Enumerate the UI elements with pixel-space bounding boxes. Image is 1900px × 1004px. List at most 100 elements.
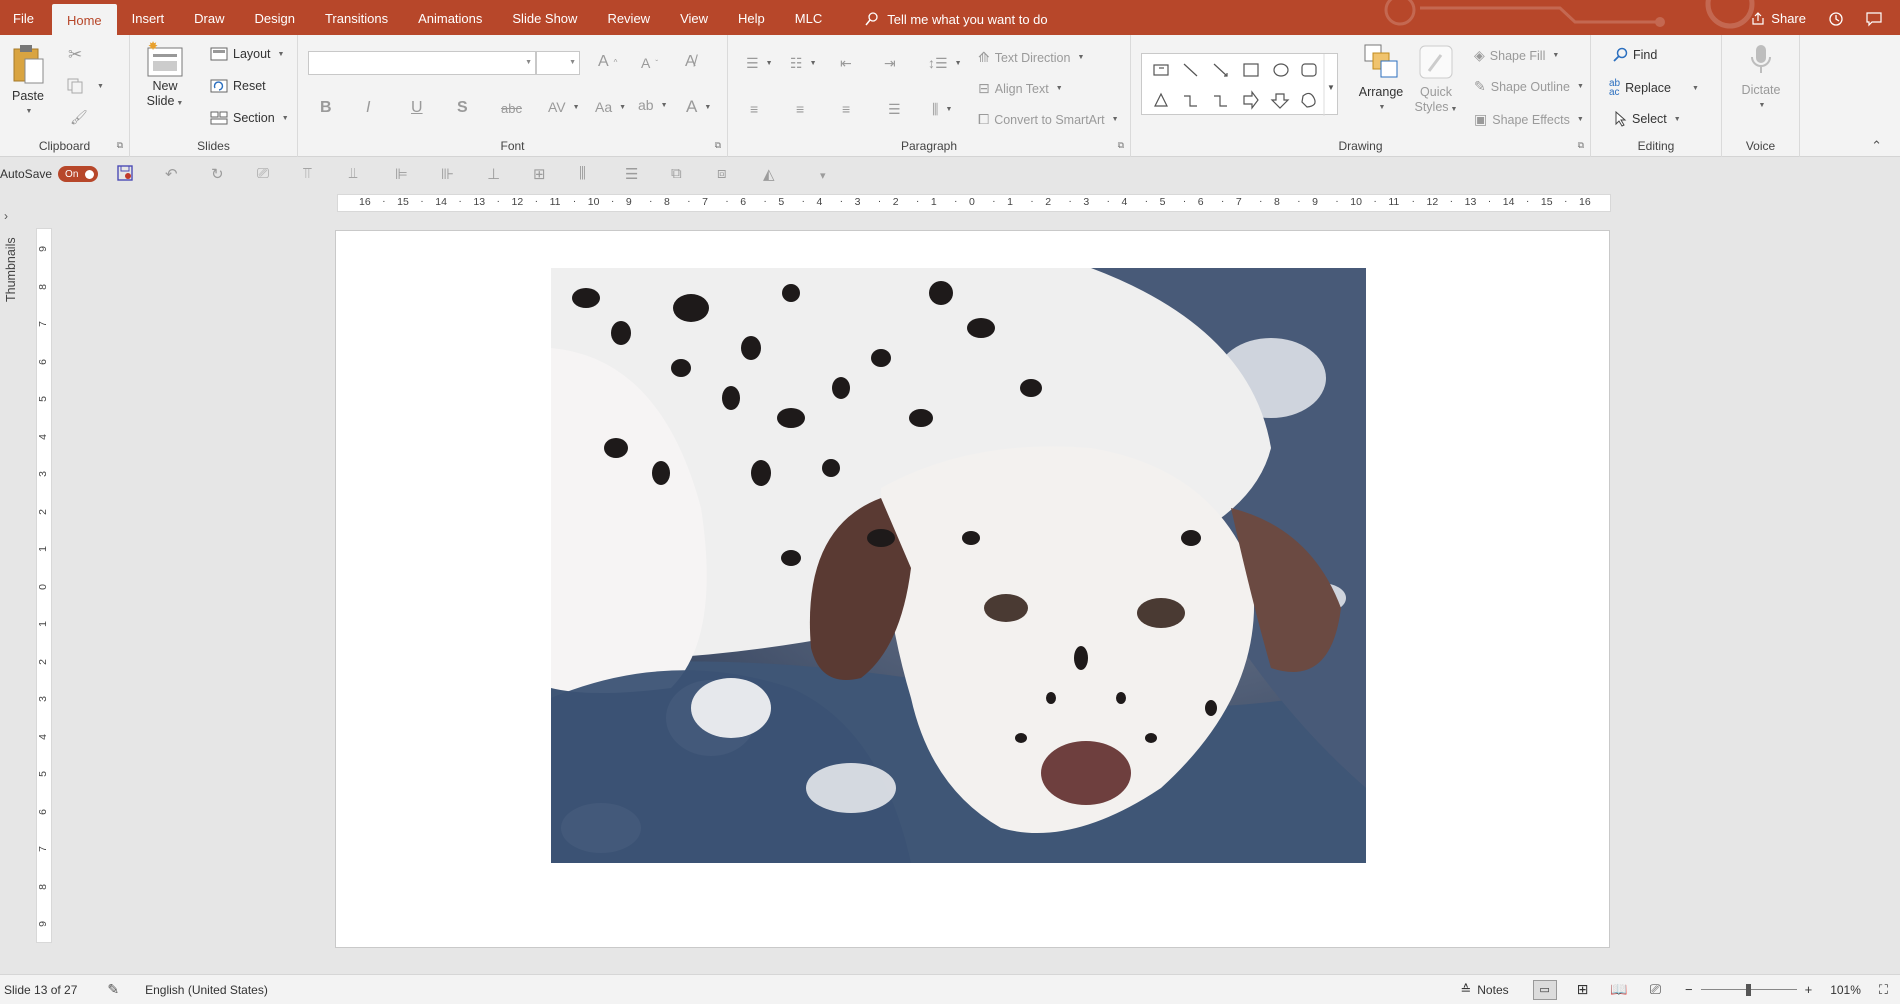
font-size-combo[interactable]: ▼ bbox=[536, 51, 580, 75]
tab-draw[interactable]: Draw bbox=[179, 0, 239, 35]
align-text-button[interactable]: ⊟ Align Text ▼ bbox=[978, 80, 1063, 97]
zoom-slider-thumb[interactable] bbox=[1745, 983, 1751, 996]
format-painter-button[interactable]: 🖌 bbox=[70, 109, 88, 126]
horizontal-ruler[interactable]: 16 15 14 13 12 11 10 9 8 7 6 5 4 3 2 1 0 1 2 3 4 5 6 7 8 9 10 11 12 1… bbox=[337, 194, 1611, 212]
align-right-button[interactable]: ≡ bbox=[842, 101, 850, 117]
tab-home[interactable]: Home bbox=[51, 4, 117, 35]
fit-to-window-icon[interactable]: ⛶ bbox=[1879, 982, 1888, 998]
character-spacing-button[interactable]: AV ▼ bbox=[548, 99, 580, 115]
thumbnails-pane[interactable]: › Thumbnails bbox=[0, 205, 20, 965]
justify-button[interactable]: ☰ bbox=[888, 101, 901, 118]
paste-button[interactable]: Paste ▼ bbox=[8, 43, 48, 119]
history-icon[interactable] bbox=[1828, 11, 1844, 27]
align-center-button[interactable]: ≡ bbox=[796, 101, 804, 117]
italic-button[interactable]: I bbox=[366, 99, 370, 117]
tab-mlc[interactable]: MLC bbox=[780, 0, 837, 35]
normal-view-icon[interactable]: ▭ bbox=[1532, 979, 1557, 1000]
new-slide-button[interactable]: ✸ New Slide ▼ bbox=[144, 41, 186, 111]
reading-view-icon[interactable]: 📖 bbox=[1610, 981, 1627, 998]
quick-styles-button[interactable]: Quick Styles ▼ bbox=[1411, 43, 1461, 117]
dialog-launcher-icon[interactable]: ⧉ bbox=[1118, 140, 1124, 151]
align-right-icon[interactable]: ⊪ bbox=[441, 165, 454, 183]
dialog-launcher-icon[interactable]: ⧉ bbox=[715, 140, 721, 151]
shapes-gallery[interactable]: ▼ bbox=[1141, 53, 1338, 116]
tab-review[interactable]: Review bbox=[592, 0, 665, 35]
increase-indent-button[interactable]: ⇥ bbox=[884, 55, 896, 72]
shape-fill-button[interactable]: ◈ Shape Fill ▼ bbox=[1474, 47, 1559, 64]
ungroup-icon[interactable]: ⧈ bbox=[717, 165, 727, 182]
tab-help[interactable]: Help bbox=[723, 0, 780, 35]
arrange-button[interactable]: Arrange ▼ bbox=[1356, 43, 1406, 115]
align-left-button[interactable]: ≡ bbox=[750, 101, 758, 117]
change-case-button[interactable]: Aa ▼ bbox=[595, 99, 626, 115]
strikethrough-button[interactable]: abc bbox=[501, 101, 522, 116]
convert-smartart-button[interactable]: ⧠ Convert to SmartArt ▼ bbox=[978, 111, 1119, 128]
tab-design[interactable]: Design bbox=[240, 0, 310, 35]
select-button[interactable]: Select ▼ bbox=[1615, 111, 1681, 127]
save-icon[interactable] bbox=[117, 165, 133, 185]
redo-icon[interactable]: ↻ bbox=[211, 165, 224, 183]
line-spacing-button[interactable]: ↕☰ ▼ bbox=[928, 55, 962, 72]
bold-button[interactable]: B bbox=[320, 99, 332, 117]
tab-view[interactable]: View bbox=[665, 0, 723, 35]
underline-button[interactable]: U bbox=[411, 99, 423, 117]
cut-button[interactable]: ✂ bbox=[68, 45, 82, 65]
tab-insert[interactable]: Insert bbox=[117, 0, 180, 35]
rotate-icon[interactable]: ◭ bbox=[763, 165, 775, 183]
text-direction-button[interactable]: ⟰ Text Direction ▼ bbox=[978, 49, 1084, 66]
undo-icon[interactable]: ↶ bbox=[165, 165, 178, 183]
language-status[interactable]: English (United States) bbox=[145, 983, 268, 997]
collapse-ribbon-icon[interactable]: ⌃ bbox=[1871, 138, 1882, 154]
group-icon[interactable]: ⧉ bbox=[671, 165, 682, 182]
vertical-ruler[interactable]: 9 8 7 6 5 4 3 2 1 0 1 2 3 4 5 6 7 8 9 bbox=[36, 228, 52, 943]
align-left-icon[interactable]: ⊫ bbox=[395, 165, 408, 183]
columns-button[interactable]: ⫼ ▼ bbox=[932, 101, 952, 118]
replace-button[interactable]: ab ac Replace ▼ bbox=[1609, 79, 1699, 98]
tab-file[interactable]: File bbox=[0, 0, 52, 35]
align-bottom-icon[interactable]: ⫫ bbox=[349, 165, 357, 182]
expand-thumbnails-icon[interactable]: › bbox=[4, 209, 8, 223]
slideshow-start-icon[interactable]: ⎚ bbox=[257, 165, 269, 182]
zoom-in-icon[interactable]: + bbox=[1805, 982, 1813, 997]
notes-edit-icon[interactable]: ✎ bbox=[107, 981, 119, 998]
align-center-icon[interactable]: ⊞ bbox=[533, 165, 546, 183]
reset-button[interactable]: Reset bbox=[210, 79, 266, 93]
bullets-button[interactable]: ☰ ▼ bbox=[746, 55, 773, 72]
dialog-launcher-icon[interactable]: ⧉ bbox=[117, 140, 123, 151]
tell-me-search[interactable]: Tell me what you want to do bbox=[865, 9, 1048, 27]
font-name-combo[interactable]: ▼ bbox=[308, 51, 536, 75]
text-shadow-button[interactable]: S bbox=[457, 99, 468, 117]
layout-button[interactable]: Layout ▼ bbox=[210, 47, 284, 61]
slide-sorter-icon[interactable]: ⊞ bbox=[1577, 981, 1589, 998]
tab-animations[interactable]: Animations bbox=[403, 0, 497, 35]
section-button[interactable]: Section ▼ bbox=[210, 111, 289, 125]
zoom-level[interactable]: 101% bbox=[1830, 983, 1861, 997]
align-top-icon[interactable]: ⫪ bbox=[303, 165, 311, 182]
zoom-out-icon[interactable]: − bbox=[1685, 982, 1693, 997]
tab-transitions[interactable]: Transitions bbox=[310, 0, 403, 35]
shape-outline-button[interactable]: ✎ Shape Outline ▼ bbox=[1474, 78, 1584, 95]
increase-font-size-button[interactable]: A ^ bbox=[598, 53, 617, 71]
shape-effects-button[interactable]: ▣ Shape Effects ▼ bbox=[1474, 111, 1584, 128]
distribute-horizontal-icon[interactable]: ⫼ bbox=[579, 165, 586, 182]
find-button[interactable]: Find bbox=[1613, 47, 1657, 62]
distribute-vertical-icon[interactable]: ☰ bbox=[625, 165, 638, 183]
font-color-button[interactable]: A ▼ bbox=[686, 97, 711, 117]
numbering-button[interactable]: ☷ ▼ bbox=[790, 55, 817, 72]
decrease-indent-button[interactable]: ⇤ bbox=[840, 55, 852, 72]
dialog-launcher-icon[interactable]: ⧉ bbox=[1578, 140, 1584, 151]
decrease-font-size-button[interactable]: Aˇ bbox=[641, 55, 658, 71]
slideshow-view-icon[interactable]: ⎚ bbox=[1650, 981, 1661, 998]
copy-button[interactable]: ▼ bbox=[66, 77, 104, 95]
dictate-button[interactable]: Dictate ▼ bbox=[1732, 43, 1790, 113]
align-middle-icon[interactable]: ⊥ bbox=[487, 165, 500, 183]
zoom-slider[interactable] bbox=[1700, 983, 1797, 996]
dalmatian-puppy-image[interactable] bbox=[551, 268, 1366, 863]
clear-formatting-icon[interactable]: A̸ bbox=[685, 53, 696, 71]
autosave-toggle[interactable]: On bbox=[58, 166, 99, 182]
customize-qat-icon[interactable]: ▾ bbox=[820, 169, 826, 182]
comments-icon[interactable] bbox=[1866, 11, 1882, 27]
highlight-color-button[interactable]: ab ▼ bbox=[638, 97, 668, 113]
tab-slideshow[interactable]: Slide Show bbox=[497, 0, 592, 35]
notes-button[interactable]: ≙ Notes bbox=[1460, 982, 1508, 998]
